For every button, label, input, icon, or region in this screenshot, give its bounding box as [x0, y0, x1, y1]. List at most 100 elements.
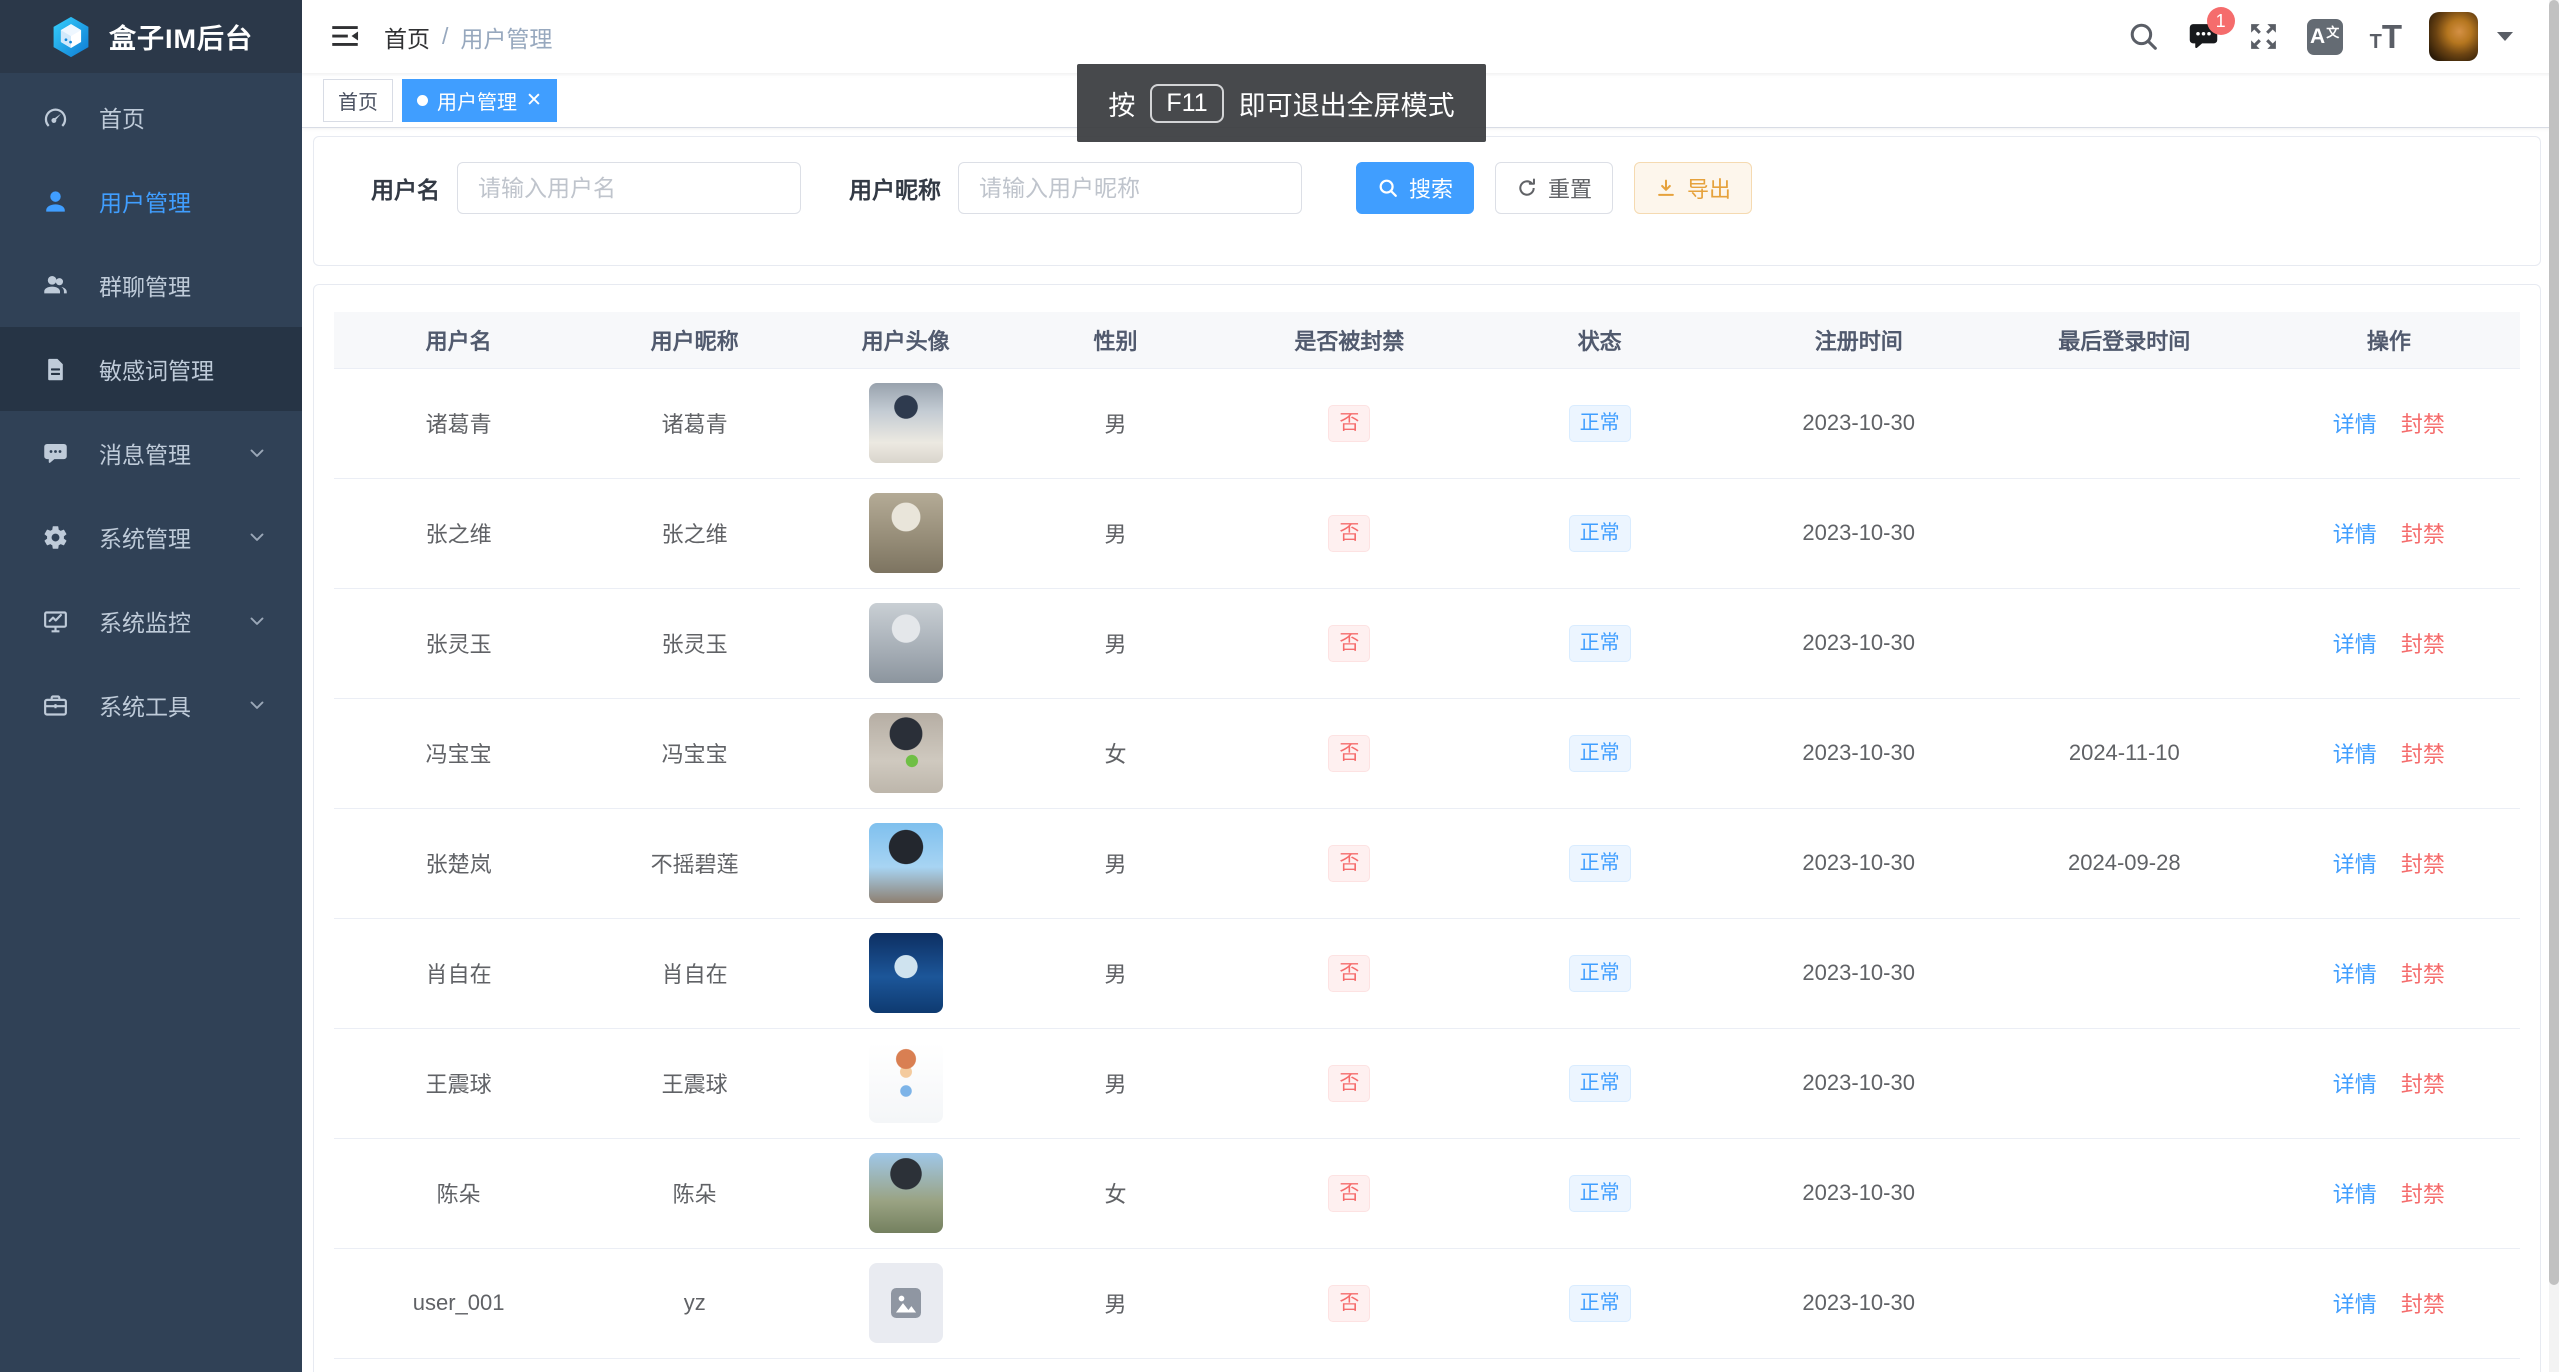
cell-last-login — [1991, 918, 2258, 1028]
cell-status: 正常 — [1473, 588, 1727, 698]
fullscreen-icon[interactable] — [2247, 20, 2280, 53]
cell-actions: 详情 封禁 — [2258, 1028, 2520, 1138]
table-row: 冯宝宝 冯宝宝 女 否 正常 2023-10-30 2024-11-10 详情 … — [334, 698, 2520, 808]
sidebar-item-toolbox[interactable]: 系统工具 — [0, 663, 302, 747]
cell-status: 正常 — [1473, 1028, 1727, 1138]
font-size-icon[interactable]: T T — [2370, 18, 2402, 56]
cell-nickname: 不摇碧莲 — [583, 808, 806, 918]
table-row: 张灵玉 张灵玉 男 否 正常 2023-10-30 详情 封禁 — [334, 588, 2520, 698]
nickname-input[interactable] — [958, 162, 1302, 214]
navbar-actions: 1 A 文 T T — [2127, 0, 2513, 73]
user-table-card: 用户名用户昵称用户头像性别是否被封禁状态注册时间最后登录时间操作 诸葛青 诸葛青… — [313, 284, 2541, 1372]
cell-gender: 女 — [1005, 1138, 1226, 1248]
column-header: 用户昵称 — [583, 312, 806, 368]
cell-banned: 否 — [1226, 478, 1473, 588]
user-table: 用户名用户昵称用户头像性别是否被封禁状态注册时间最后登录时间操作 诸葛青 诸葛青… — [334, 312, 2520, 1359]
ban-link[interactable]: 封禁 — [2401, 412, 2445, 437]
status-badge: 正常 — [1569, 405, 1631, 442]
gear-icon — [42, 524, 69, 551]
ban-link[interactable]: 封禁 — [2401, 742, 2445, 767]
sidebar-item-chat[interactable]: 消息管理 — [0, 411, 302, 495]
detail-link[interactable]: 详情 — [2333, 632, 2377, 657]
detail-link[interactable]: 详情 — [2333, 412, 2377, 437]
breadcrumb-current-page: 用户管理 — [460, 20, 552, 54]
sidebar-item-user[interactable]: 用户管理 — [0, 159, 302, 243]
cell-username: 冯宝宝 — [334, 698, 583, 808]
cell-gender: 男 — [1005, 918, 1226, 1028]
cell-last-login — [1991, 368, 2258, 478]
cell-avatar — [806, 1248, 1005, 1358]
cell-actions: 详情 封禁 — [2258, 918, 2520, 1028]
chevron-down-icon — [246, 442, 268, 464]
cell-status: 正常 — [1473, 698, 1727, 808]
ban-link[interactable]: 封禁 — [2401, 852, 2445, 877]
username-label: 用户名 — [371, 171, 440, 205]
cell-status: 正常 — [1473, 478, 1727, 588]
user-avatar-image — [869, 383, 943, 463]
cell-registered: 2023-10-30 — [1726, 478, 1991, 588]
cell-registered: 2023-10-30 — [1726, 1028, 1991, 1138]
column-header: 注册时间 — [1726, 312, 1991, 368]
sidebar-item-gear[interactable]: 系统管理 — [0, 495, 302, 579]
page-scrollbar[interactable] — [2549, 0, 2559, 1372]
tab-user-management[interactable]: 用户管理✕ — [402, 79, 557, 122]
ban-link[interactable]: 封禁 — [2401, 522, 2445, 547]
cell-banned: 否 — [1226, 1248, 1473, 1358]
detail-link[interactable]: 详情 — [2333, 1182, 2377, 1207]
close-icon[interactable]: ✕ — [526, 91, 542, 110]
tab-home[interactable]: 首页 — [323, 79, 393, 122]
breadcrumb-home[interactable]: 首页 — [384, 20, 430, 54]
user-avatar-image — [869, 493, 943, 573]
cell-registered: 2023-10-30 — [1726, 588, 1991, 698]
cell-username: 王震球 — [334, 1028, 583, 1138]
detail-link[interactable]: 详情 — [2333, 852, 2377, 877]
messages-icon[interactable]: 1 — [2187, 20, 2220, 53]
cell-banned: 否 — [1226, 1138, 1473, 1248]
sidebar-item-document[interactable]: 敏感词管理 — [0, 327, 302, 411]
breadcrumb-separator: / — [442, 23, 448, 50]
language-switch-icon[interactable]: A 文 — [2307, 19, 2343, 55]
table-row: 张楚岚 不摇碧莲 男 否 正常 2023-10-30 2024-09-28 详情… — [334, 808, 2520, 918]
cell-actions: 详情 封禁 — [2258, 588, 2520, 698]
ban-link[interactable]: 封禁 — [2401, 1292, 2445, 1317]
export-button[interactable]: 导出 — [1634, 162, 1752, 214]
scrollbar-thumb[interactable] — [2549, 0, 2559, 1285]
cell-username: 张之维 — [334, 478, 583, 588]
search-icon[interactable] — [2127, 20, 2160, 53]
ban-link[interactable]: 封禁 — [2401, 632, 2445, 657]
cell-registered: 2023-10-30 — [1726, 368, 1991, 478]
status-badge: 正常 — [1569, 955, 1631, 992]
user-avatar-image — [869, 603, 943, 683]
user-avatar[interactable] — [2429, 12, 2478, 61]
cell-nickname: 王震球 — [583, 1028, 806, 1138]
sidebar-item-dashboard[interactable]: 首页 — [0, 75, 302, 159]
sidebar-collapse-icon[interactable] — [328, 19, 362, 53]
top-navbar: 首页 / 用户管理 1 A 文 T T — [302, 0, 2559, 73]
app-title: 盒子IM后台 — [109, 17, 253, 56]
cell-actions: 详情 封禁 — [2258, 1138, 2520, 1248]
detail-link[interactable]: 详情 — [2333, 522, 2377, 547]
sidebar-item-group[interactable]: 群聊管理 — [0, 243, 302, 327]
username-input[interactable] — [457, 162, 801, 214]
ban-link[interactable]: 封禁 — [2401, 962, 2445, 987]
cell-username: 陈朵 — [334, 1138, 583, 1248]
detail-link[interactable]: 详情 — [2333, 742, 2377, 767]
reset-button[interactable]: 重置 — [1495, 162, 1613, 214]
ban-link[interactable]: 封禁 — [2401, 1182, 2445, 1207]
cell-nickname: 张灵玉 — [583, 588, 806, 698]
user-menu-caret-icon[interactable] — [2497, 32, 2513, 41]
banned-badge: 否 — [1328, 1175, 1370, 1212]
toolbox-icon — [42, 692, 69, 719]
page-content: 用户名 用户昵称 搜索 重置 导出 — [302, 128, 2559, 1372]
ban-link[interactable]: 封禁 — [2401, 1072, 2445, 1097]
sidebar-item-monitor[interactable]: 系统监控 — [0, 579, 302, 663]
box-im-logo-icon — [49, 15, 93, 59]
detail-link[interactable]: 详情 — [2333, 962, 2377, 987]
cell-username: user_001 — [334, 1248, 583, 1358]
main-area: 首页 / 用户管理 1 A 文 T T — [302, 0, 2559, 1372]
cell-avatar — [806, 698, 1005, 808]
detail-link[interactable]: 详情 — [2333, 1072, 2377, 1097]
search-button[interactable]: 搜索 — [1356, 162, 1474, 214]
detail-link[interactable]: 详情 — [2333, 1292, 2377, 1317]
user-avatar-image — [869, 713, 943, 793]
